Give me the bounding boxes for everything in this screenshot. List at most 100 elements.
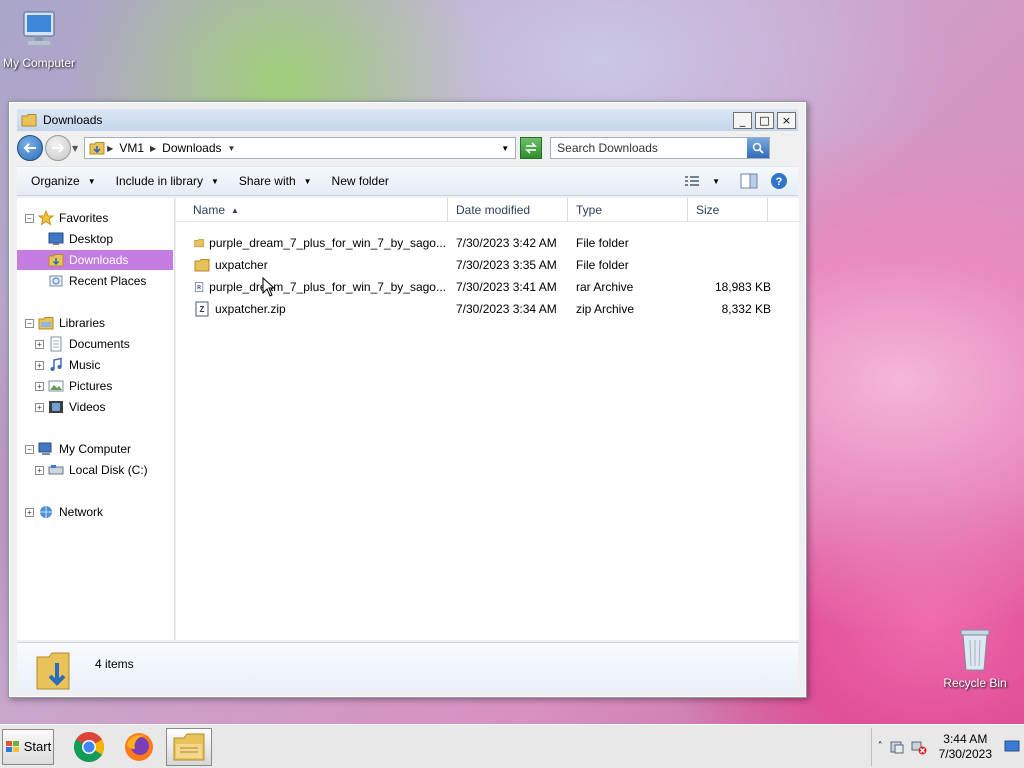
search-button[interactable] <box>747 138 770 158</box>
expand-icon[interactable]: + <box>35 381 44 391</box>
search-input[interactable]: Search Downloads <box>557 141 658 155</box>
taskbar-explorer[interactable] <box>166 727 212 766</box>
back-arrow-icon <box>23 143 36 153</box>
expand-icon[interactable]: + <box>25 507 34 517</box>
tree-item-label: Pictures <box>69 379 113 393</box>
desktop-icon-recycle-bin[interactable]: Recycle Bin <box>930 626 1020 690</box>
include-in-library-label: Include in library <box>115 174 203 188</box>
preview-pane-icon[interactable] <box>740 173 758 189</box>
tree-item-network[interactable]: + Network <box>17 502 173 522</box>
show-hidden-icons-icon[interactable]: ˄ <box>878 741 883 752</box>
column-header-label: Type <box>576 203 603 217</box>
file-type: File folder <box>576 236 629 250</box>
view-dropdown-icon[interactable]: ▼ <box>712 177 720 186</box>
help-icon[interactable]: ? <box>770 172 788 190</box>
taskbar-chrome[interactable] <box>66 728 112 766</box>
back-button[interactable] <box>17 135 43 161</box>
tree-item-label: Music <box>69 358 101 372</box>
organize-button[interactable]: Organize ▼ <box>17 174 106 188</box>
network-disconnected-icon[interactable] <box>911 739 927 755</box>
breadcrumb-chevron-icon[interactable]: ▼ <box>228 144 236 153</box>
expand-icon[interactable]: + <box>35 402 44 412</box>
forward-button[interactable] <box>45 135 71 161</box>
breadcrumb-chevron-icon[interactable]: ▶ <box>150 144 156 153</box>
address-dropdown-icon[interactable]: ▼ <box>501 144 509 153</box>
tree-item-label: Libraries <box>59 316 106 330</box>
collapse-icon[interactable]: − <box>25 318 34 328</box>
music-icon <box>50 357 62 371</box>
expand-icon[interactable]: + <box>35 360 44 370</box>
tree-item-recent-places[interactable]: Recent Places <box>17 271 173 291</box>
clock[interactable]: 3:44 AM 7/30/2023 <box>939 732 992 762</box>
documents-icon <box>50 336 62 352</box>
tree-item-pictures[interactable]: + Pictures <box>17 376 173 396</box>
start-button[interactable]: Start <box>2 728 54 765</box>
tree-item-downloads[interactable]: Downloads <box>17 250 173 270</box>
tree-item-libraries[interactable]: − Libraries <box>17 313 173 333</box>
folder-icon <box>194 239 204 248</box>
breadcrumb-chevron-icon[interactable]: ▶ <box>107 144 113 153</box>
column-header-name[interactable]: Name ▲ <box>176 198 448 222</box>
chrome-icon <box>73 731 105 762</box>
forward-arrow-icon <box>52 143 65 153</box>
tree-item-label: Favorites <box>59 211 109 225</box>
refresh-button[interactable] <box>520 137 543 159</box>
recent-places-icon <box>49 275 63 287</box>
close-button[interactable]: × <box>777 111 796 129</box>
tree-item-desktop[interactable]: Desktop <box>17 229 173 249</box>
search-box[interactable]: Search Downloads <box>550 137 771 159</box>
column-header-type[interactable]: Type <box>568 198 688 222</box>
tree-item-label: My Computer <box>59 442 132 456</box>
action-center-icon[interactable] <box>889 739 905 755</box>
rar-archive-icon: R <box>194 282 204 292</box>
taskbar-firefox[interactable] <box>116 728 162 766</box>
expand-icon[interactable]: + <box>35 339 44 349</box>
include-in-library-button[interactable]: Include in library ▼ <box>106 174 229 188</box>
breadcrumb-downloads[interactable]: Downloads <box>162 141 221 155</box>
new-folder-button[interactable]: New folder <box>322 174 399 188</box>
tree-item-local-disk[interactable]: + Local Disk (C:) <box>17 460 173 480</box>
organize-label: Organize <box>31 174 80 188</box>
breadcrumb-vm1[interactable]: VM1 <box>119 141 144 155</box>
file-row[interactable]: Z uxpatcher.zip 7/30/2023 3:34 AM zip Ar… <box>176 298 776 320</box>
file-row[interactable]: uxpatcher 7/30/2023 3:35 AM File folder <box>176 254 776 276</box>
tree-item-my-computer[interactable]: − My Computer <box>17 439 173 459</box>
tree-item-label: Desktop <box>69 232 114 246</box>
column-header-label: Name <box>193 203 226 217</box>
column-header-date[interactable]: Date modified <box>448 198 568 222</box>
expand-icon[interactable]: + <box>35 465 44 475</box>
tree-item-favorites[interactable]: − Favorites <box>17 208 173 228</box>
tree-item-music[interactable]: + Music <box>17 355 173 375</box>
tree-item-documents[interactable]: + Documents <box>17 334 173 354</box>
tree-item-videos[interactable]: + Videos <box>17 397 173 417</box>
file-row[interactable]: purple_dream_7_plus_for_win_7_by_sago...… <box>176 232 776 254</box>
star-icon <box>38 210 54 226</box>
file-type: rar Archive <box>576 280 634 294</box>
collapse-icon[interactable]: − <box>25 213 34 223</box>
column-header-size[interactable]: Size <box>688 198 768 222</box>
title-bar[interactable]: Downloads _ □ × <box>17 109 798 131</box>
show-desktop-icon[interactable] <box>1004 740 1020 754</box>
recent-pages-dropdown-icon[interactable]: ▼ <box>72 144 78 153</box>
file-size: 8,332 KB <box>721 302 771 316</box>
address-bar[interactable]: ▶ VM1 ▶ Downloads ▼ ▼ <box>84 137 517 159</box>
refresh-icon <box>525 142 538 154</box>
collapse-icon[interactable]: − <box>25 444 34 454</box>
desktop-icon-my-computer[interactable]: My Computer <box>0 8 84 70</box>
computer-icon <box>23 11 55 45</box>
svg-text:R: R <box>197 285 201 291</box>
file-type: File folder <box>576 258 629 272</box>
sort-ascending-icon: ▲ <box>231 205 239 215</box>
windows-logo-icon <box>5 740 19 752</box>
minimize-button[interactable]: _ <box>733 111 752 129</box>
share-with-button[interactable]: Share with ▼ <box>229 174 322 188</box>
details-pane: 4 items <box>17 642 798 692</box>
maximize-button[interactable]: □ <box>755 111 774 129</box>
view-options-icon[interactable] <box>684 174 700 188</box>
computer-icon <box>38 442 52 455</box>
folder-icon <box>21 114 37 127</box>
videos-icon <box>49 401 63 413</box>
share-with-label: Share with <box>238 174 296 188</box>
command-bar: Organize ▼ Include in library ▼ Share wi… <box>17 166 798 196</box>
svg-text:Z: Z <box>200 305 205 314</box>
